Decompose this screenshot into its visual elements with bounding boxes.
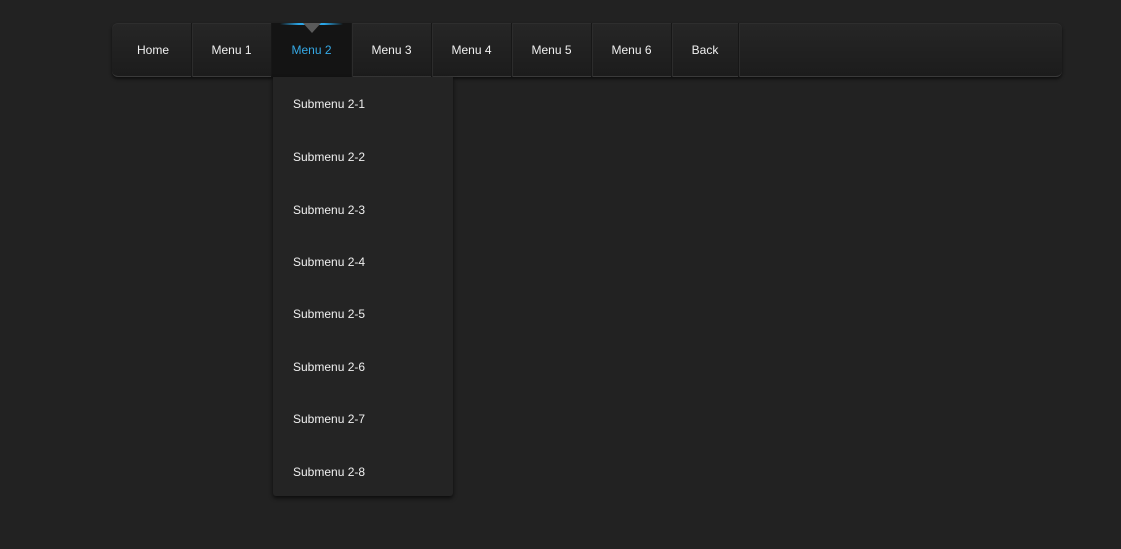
nav-item-home[interactable]: Home: [115, 23, 192, 77]
nav-item-menu-6[interactable]: Menu 6: [592, 23, 672, 77]
active-indicator-arrow-icon: [302, 23, 321, 33]
nav-item-menu-2[interactable]: Menu 2: [272, 23, 352, 77]
submenu-item-2-3[interactable]: Submenu 2-3: [273, 183, 453, 235]
submenu-item-label: Submenu 2-4: [293, 254, 366, 269]
submenu-dropdown: Submenu 2-1 Submenu 2-2 Submenu 2-3 Subm…: [273, 77, 453, 496]
nav-item-menu-4[interactable]: Menu 4: [432, 23, 512, 77]
submenu-item-2-2[interactable]: Submenu 2-2: [273, 131, 453, 183]
submenu-item-label: Submenu 2-6: [293, 359, 366, 374]
nav-item-label: Menu 6: [611, 43, 652, 57]
nav-item-back[interactable]: Back: [672, 23, 739, 77]
submenu-item-2-7[interactable]: Submenu 2-7: [273, 393, 453, 445]
nav-item-menu-3[interactable]: Menu 3: [352, 23, 432, 77]
nav-item-label: Menu 2: [291, 43, 332, 57]
submenu-item-2-5[interactable]: Submenu 2-5: [273, 288, 453, 340]
submenu-item-label: Submenu 2-8: [293, 464, 366, 479]
page: Home Menu 1 Menu 2 Menu 3 Menu 4 Menu 5 …: [0, 0, 1121, 549]
submenu-item-2-8[interactable]: Submenu 2-8: [273, 445, 453, 497]
submenu-item-label: Submenu 2-2: [293, 150, 366, 165]
nav-item-label: Home: [136, 43, 169, 57]
nav-item-menu-5[interactable]: Menu 5: [512, 23, 592, 77]
submenu-item-2-4[interactable]: Submenu 2-4: [273, 236, 453, 288]
nav-item-label: Back: [691, 43, 719, 57]
submenu-item-label: Submenu 2-1: [293, 97, 366, 111]
nav-item-label: Menu 4: [451, 43, 492, 57]
nav-list: Home Menu 1 Menu 2 Menu 3 Menu 4 Menu 5 …: [115, 23, 739, 77]
submenu-item-label: Submenu 2-5: [293, 307, 366, 322]
nav-item-label: Menu 3: [371, 43, 412, 57]
submenu-item-label: Submenu 2-7: [293, 412, 366, 427]
main-navbar: Home Menu 1 Menu 2 Menu 3 Menu 4 Menu 5 …: [112, 23, 1062, 77]
nav-item-label: Menu 1: [211, 43, 252, 57]
submenu-item-2-6[interactable]: Submenu 2-6: [273, 341, 453, 393]
submenu-item-2-1[interactable]: Submenu 2-1: [273, 77, 453, 131]
submenu-item-label: Submenu 2-3: [293, 202, 366, 217]
nav-item-menu-1[interactable]: Menu 1: [192, 23, 272, 77]
nav-item-label: Menu 5: [531, 43, 572, 57]
